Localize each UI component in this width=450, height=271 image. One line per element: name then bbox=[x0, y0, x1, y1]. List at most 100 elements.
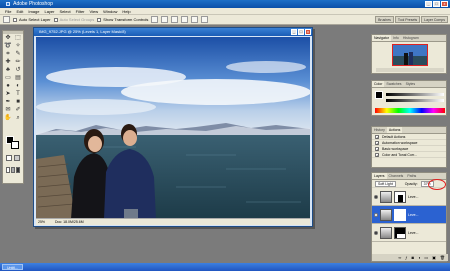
taskbar-item[interactable]: Untitl... bbox=[2, 264, 23, 270]
tab-styles[interactable]: Styles bbox=[404, 81, 418, 87]
show-transform-controls-checkbox[interactable] bbox=[97, 17, 102, 22]
layer-row-selected[interactable]: Leve... bbox=[372, 206, 446, 224]
close-button[interactable]: x bbox=[441, 1, 448, 7]
document-maximize-button[interactable]: □ bbox=[298, 29, 304, 35]
layer-row[interactable]: Leve... bbox=[372, 224, 446, 242]
menu-select[interactable]: Select bbox=[60, 9, 71, 14]
show-transform-controls-option[interactable]: Show Transform Controls bbox=[97, 17, 148, 22]
layer-style-icon[interactable]: ƒ bbox=[405, 255, 407, 260]
tab-navigator[interactable]: Navigator bbox=[372, 35, 391, 41]
move-tool-icon[interactable] bbox=[3, 16, 10, 23]
adjustment-layer-thumbnail[interactable] bbox=[380, 226, 392, 239]
action-toggle-checkbox[interactable] bbox=[375, 140, 379, 145]
palette-well-layer-comps[interactable]: Layer Comps bbox=[421, 16, 448, 23]
blur-tool-icon[interactable]: ● bbox=[4, 83, 13, 90]
adjustment-layer-thumbnail[interactable] bbox=[380, 190, 392, 203]
tab-histogram[interactable]: Histogram bbox=[401, 35, 421, 41]
crop-tool-icon[interactable]: ⌗ bbox=[4, 51, 13, 58]
color-slider-2[interactable] bbox=[386, 99, 444, 102]
marquee-tool-icon[interactable]: ⬚ bbox=[14, 35, 23, 42]
navigator-view-box[interactable] bbox=[392, 44, 428, 66]
full-screen-menu-mode-icon[interactable] bbox=[11, 167, 15, 173]
auto-select-groups-option[interactable]: Auto Select Groups bbox=[53, 17, 94, 22]
new-layer-icon[interactable]: ▣ bbox=[432, 255, 436, 260]
menu-help[interactable]: Help bbox=[122, 9, 130, 14]
menu-image[interactable]: Image bbox=[28, 9, 39, 14]
new-group-icon[interactable]: ▭ bbox=[424, 255, 428, 260]
action-toggle-checkbox[interactable] bbox=[375, 146, 379, 151]
minimize-button[interactable]: _ bbox=[425, 1, 432, 7]
shape-tool-icon[interactable]: ■ bbox=[14, 99, 23, 106]
healing-brush-tool-icon[interactable]: ✚ bbox=[4, 59, 13, 66]
menu-window[interactable]: Window bbox=[103, 9, 117, 14]
magic-wand-tool-icon[interactable]: ✧ bbox=[14, 43, 23, 50]
quick-mask-mode-icon[interactable] bbox=[14, 155, 20, 161]
tab-paths[interactable]: Paths bbox=[405, 173, 418, 179]
standard-mode-icon[interactable] bbox=[6, 155, 12, 161]
navigator-thumbnail[interactable] bbox=[392, 44, 428, 66]
menu-view[interactable]: View bbox=[90, 9, 99, 14]
brush-tool-icon[interactable]: ✏ bbox=[14, 59, 23, 66]
document-close-button[interactable]: x bbox=[305, 29, 311, 35]
eraser-tool-icon[interactable]: ▭ bbox=[4, 75, 13, 82]
delete-layer-icon[interactable]: 🗑 bbox=[440, 255, 445, 260]
maximize-button[interactable]: □ bbox=[433, 1, 440, 7]
zoom-level[interactable]: 25% bbox=[38, 219, 45, 225]
path-selection-tool-icon[interactable]: ➤ bbox=[4, 91, 13, 98]
auto-select-layer-checkbox[interactable] bbox=[13, 17, 17, 22]
adjustment-layer-thumbnail[interactable] bbox=[380, 208, 392, 221]
action-item-color-tonal[interactable]: Color and Tonal Corr... bbox=[372, 152, 446, 158]
document-size-info[interactable]: Doc: 18.0M/25.6M bbox=[55, 219, 84, 225]
layer-mask-thumbnail[interactable] bbox=[394, 208, 406, 221]
layer-row[interactable]: Leve... bbox=[372, 188, 446, 206]
menu-file[interactable]: File bbox=[5, 9, 11, 14]
auto-select-layer-option[interactable]: Auto Select Layer bbox=[13, 17, 51, 22]
align-middle-icon[interactable] bbox=[161, 16, 169, 23]
navigator-zoom-slider[interactable] bbox=[376, 68, 444, 72]
visibility-eye-icon[interactable] bbox=[374, 194, 378, 199]
layer-mask-thumbnail[interactable] bbox=[394, 190, 406, 203]
action-toggle-checkbox[interactable] bbox=[375, 152, 379, 157]
color-panel-foreground-swatch[interactable] bbox=[375, 91, 383, 99]
visibility-eye-icon[interactable] bbox=[374, 230, 378, 235]
full-screen-mode-icon[interactable] bbox=[16, 167, 20, 173]
auto-select-groups-checkbox[interactable] bbox=[53, 17, 58, 22]
background-color-swatch[interactable] bbox=[11, 141, 19, 149]
tab-color[interactable]: Color bbox=[372, 81, 385, 87]
dodge-tool-icon[interactable]: ◐ bbox=[14, 83, 23, 90]
color-slider[interactable] bbox=[386, 93, 444, 96]
tab-info[interactable]: Info bbox=[391, 35, 401, 41]
history-brush-tool-icon[interactable]: ↺ bbox=[14, 67, 23, 74]
document-title-bar[interactable]: IMG_9752.JPG @ 25% (Levels 1, Layer Mask… bbox=[34, 28, 312, 36]
move-tool-icon[interactable]: ✥ bbox=[4, 35, 13, 42]
gradient-tool-icon[interactable]: ▤ bbox=[14, 75, 23, 82]
menu-edit[interactable]: Edit bbox=[16, 9, 23, 14]
align-right-icon[interactable] bbox=[201, 16, 209, 23]
eyedropper-tool-icon[interactable]: ✐ bbox=[14, 107, 23, 114]
type-tool-icon[interactable]: T bbox=[14, 91, 23, 98]
slice-tool-icon[interactable]: ✎ bbox=[14, 51, 23, 58]
menu-layer[interactable]: Layer bbox=[44, 9, 54, 14]
color-spectrum-bar[interactable] bbox=[375, 108, 445, 113]
palette-well-brushes[interactable]: Brushes bbox=[375, 16, 394, 23]
blend-mode-select[interactable]: Soft Light bbox=[375, 180, 396, 187]
standard-screen-mode-icon[interactable] bbox=[6, 167, 10, 173]
tab-swatches[interactable]: Swatches bbox=[384, 81, 403, 87]
clone-stamp-tool-icon[interactable]: ♣ bbox=[4, 67, 13, 74]
action-toggle-checkbox[interactable] bbox=[375, 134, 379, 139]
tab-history[interactable]: History bbox=[372, 127, 387, 133]
lasso-tool-icon[interactable]: ➰ bbox=[4, 43, 13, 50]
document-minimize-button[interactable]: _ bbox=[291, 29, 297, 35]
align-left-icon[interactable] bbox=[181, 16, 189, 23]
tab-actions[interactable]: Actions bbox=[386, 127, 403, 133]
layer-name[interactable]: Leve... bbox=[408, 231, 419, 235]
zoom-tool-icon[interactable]: ⌕ bbox=[14, 115, 23, 122]
visibility-eye-icon[interactable] bbox=[374, 212, 378, 217]
notes-tool-icon[interactable]: ✉ bbox=[4, 107, 13, 114]
palette-well-tool-presets[interactable]: Tool Presets bbox=[394, 16, 421, 23]
layer-name[interactable]: Leve... bbox=[408, 195, 419, 199]
align-top-icon[interactable] bbox=[151, 16, 159, 23]
align-center-icon[interactable] bbox=[191, 16, 199, 23]
tab-layers[interactable]: Layers bbox=[372, 173, 387, 179]
layer-name[interactable]: Leve... bbox=[408, 213, 419, 217]
